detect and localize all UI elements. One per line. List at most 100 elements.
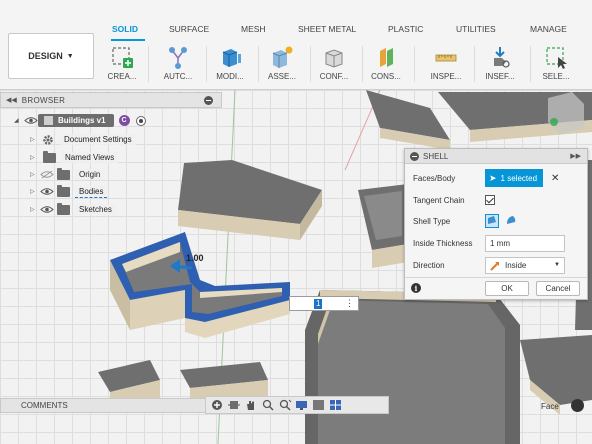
expand-arrow-icon[interactable]: ▷ [30, 188, 40, 195]
expand-dialog-icon[interactable]: ▶▶ [570, 152, 581, 160]
tab-solid[interactable]: SOLID [112, 24, 138, 34]
tree-item-origin[interactable]: ▷ Origin [30, 167, 105, 182]
tangent-chain-checkbox[interactable] [485, 195, 495, 205]
building [178, 160, 322, 240]
faces-body-value: 1 selected [500, 173, 538, 183]
select-icon [546, 47, 567, 69]
configure-menu[interactable]: CONF... [306, 44, 362, 86]
ribbon-tabs: SOLID SURFACE MESH SHEET METAL PLASTIC U… [96, 24, 592, 40]
configure-icon [325, 49, 343, 68]
construct-menu[interactable]: CONS... [358, 44, 414, 86]
direction-value: Inside [505, 260, 527, 270]
comments-panel-header[interactable]: COMMENTS [0, 398, 222, 413]
inside-thickness-label: Inside Thickness [413, 238, 473, 248]
inside-thickness-input[interactable]: 1 mm [485, 234, 565, 252]
tab-sheet-metal[interactable]: SHEET METAL [298, 24, 356, 34]
workspace-switcher[interactable]: DESIGN ▼ [8, 33, 94, 79]
selected-building[interactable] [110, 232, 290, 338]
visibility-eye-icon[interactable] [40, 187, 54, 196]
inspect-menu[interactable]: INSPE... [418, 44, 474, 86]
dimension-label: 1.00 [186, 253, 204, 263]
expand-arrow-icon[interactable]: ▷ [30, 171, 40, 178]
select-menu[interactable]: SELE... [528, 44, 584, 86]
building [305, 290, 520, 444]
toolbar-ribbon: DESIGN ▼ SOLID SURFACE MESH SHEET METAL … [0, 0, 592, 90]
faces-body-selector[interactable]: ➤ 1 selected [485, 169, 543, 187]
grid-settings-icon[interactable] [312, 399, 326, 411]
inspect-measure-icon [435, 54, 457, 62]
hidden-eye-icon[interactable] [40, 170, 54, 179]
info-icon[interactable]: i [411, 283, 421, 293]
tab-surface[interactable]: SURFACE [169, 24, 209, 34]
cursor-icon: ➤ [489, 172, 497, 183]
ribbon-separator [148, 46, 149, 82]
direction-inside-icon [490, 261, 499, 271]
expand-arrow-icon[interactable]: ▷ [30, 136, 40, 143]
assemble-menu[interactable]: ASSE... [254, 44, 310, 86]
root-component[interactable]: Buildings v1 [38, 114, 114, 127]
pan-hand-icon[interactable] [244, 399, 258, 411]
tangent-chain-row: Tangent Chain [413, 190, 581, 210]
selection-filter-label: Face [541, 402, 559, 411]
tree-item-sketches[interactable]: ▷ Sketches [30, 202, 116, 217]
tree-item-named-views[interactable]: ▷ Named Views [30, 150, 119, 165]
dialog-footer: i OK Cancel [405, 277, 587, 299]
tab-mesh[interactable]: MESH [241, 24, 266, 34]
automate-label: AUTC... [163, 72, 193, 81]
sharp-shell-icon[interactable] [485, 214, 499, 228]
selection-filter-icon[interactable] [571, 399, 584, 412]
rounded-shell-icon[interactable] [504, 214, 518, 228]
activate-radio[interactable] [135, 115, 146, 126]
insert-menu[interactable]: INSEF... [472, 44, 528, 86]
root-component-label: Buildings v1 [58, 116, 106, 125]
more-options-icon[interactable]: ⋮ [345, 298, 354, 309]
navigation-bar [205, 396, 389, 414]
collapse-arrow-icon[interactable]: ◢ [14, 117, 24, 124]
tangent-chain-label: Tangent Chain [413, 195, 465, 205]
expand-arrow-icon[interactable]: ▷ [30, 154, 40, 161]
clear-selection-icon[interactable]: ✕ [551, 173, 559, 184]
visibility-eye-icon[interactable] [24, 116, 38, 125]
tree-root[interactable]: ◢ Buildings v1 C [14, 113, 146, 128]
direction-row: Direction Inside ▼ [413, 255, 581, 275]
ok-button[interactable]: OK [485, 281, 529, 296]
minimize-icon[interactable] [410, 151, 419, 161]
visibility-eye-icon[interactable] [40, 205, 54, 214]
component-icon [44, 116, 53, 125]
gear-icon [43, 134, 53, 145]
faces-body-label: Faces/Body [413, 173, 456, 183]
tab-manage[interactable]: MANAGE [530, 24, 567, 34]
direction-select[interactable]: Inside ▼ [485, 256, 565, 274]
viewports-icon[interactable] [329, 399, 343, 411]
tree-item-document-settings[interactable]: ▷ Document Settings [30, 132, 136, 147]
automate-menu[interactable]: AUTC... [150, 44, 206, 86]
tree-item-label: Document Settings [60, 134, 136, 145]
orbit-icon[interactable] [227, 399, 241, 411]
add-comment-icon[interactable] [210, 399, 224, 411]
minimize-icon[interactable] [204, 96, 213, 105]
modify-label: MODI... [216, 72, 244, 81]
building [358, 184, 408, 268]
modify-press-pull-icon [222, 49, 241, 67]
inline-thickness-input[interactable]: 1 ⋮ [289, 296, 359, 311]
component-badge: C [118, 115, 130, 126]
display-settings-icon[interactable] [295, 399, 309, 411]
zoom-window-icon[interactable] [278, 399, 292, 411]
collapse-panel-icon[interactable]: ◀◀ [6, 96, 17, 104]
direction-label: Direction [413, 260, 445, 270]
tree-item-bodies[interactable]: ▷ Bodies [30, 184, 108, 199]
zoom-icon[interactable] [261, 399, 275, 411]
construct-label: CONS... [371, 72, 401, 81]
tab-utilities[interactable]: UTILITIES [456, 24, 496, 34]
workspace-label: DESIGN [28, 51, 63, 61]
tree-item-label: Bodies [75, 185, 108, 198]
cancel-button[interactable]: Cancel [536, 281, 580, 296]
chevron-down-icon: ▼ [66, 52, 74, 60]
expand-arrow-icon[interactable]: ▷ [30, 206, 40, 213]
shell-dialog: SHELL ▶▶ Faces/Body ➤ 1 selected ✕ Tange… [404, 148, 588, 300]
modify-menu[interactable]: MODI... [202, 44, 258, 86]
create-menu[interactable]: CREA... [94, 44, 150, 86]
dialog-header[interactable]: SHELL ▶▶ [405, 149, 587, 164]
browser-panel-header[interactable]: ◀◀ BROWSER [0, 92, 222, 108]
tab-plastic[interactable]: PLASTIC [388, 24, 423, 34]
